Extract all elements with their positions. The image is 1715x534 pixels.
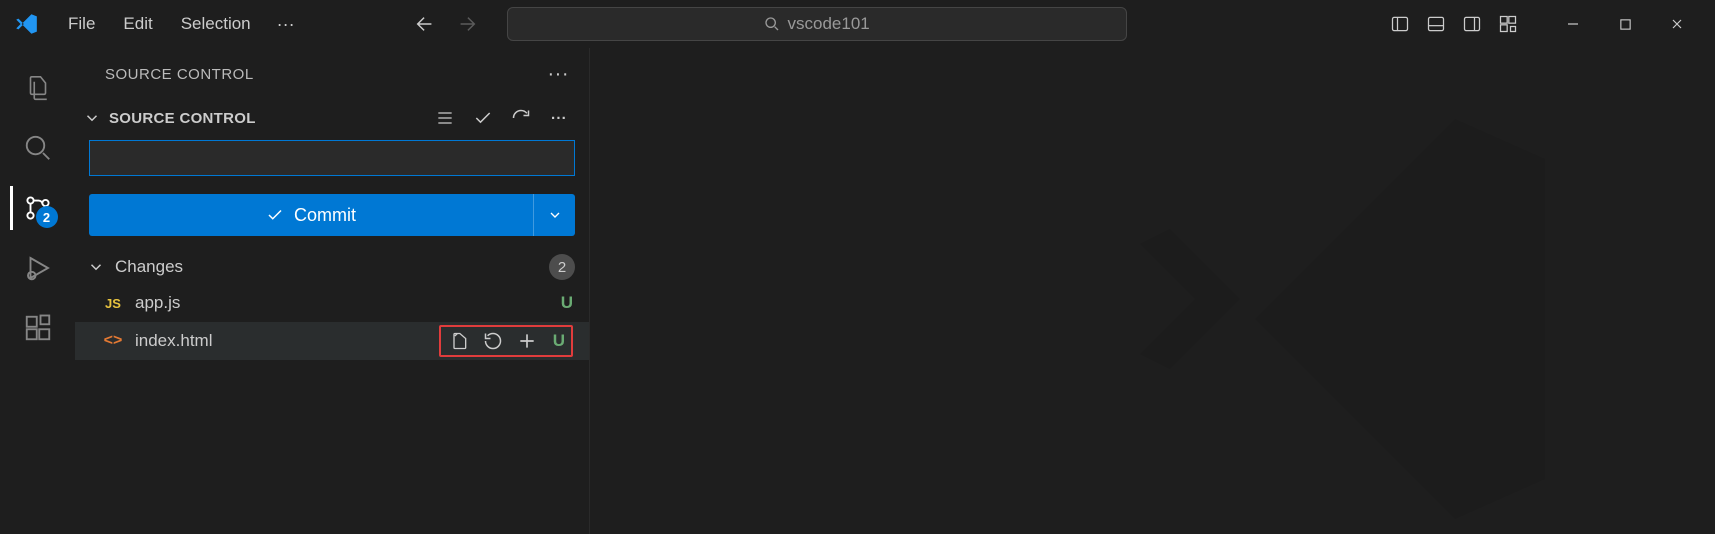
- editor-area: [590, 48, 1715, 534]
- activity-source-control[interactable]: 2: [10, 180, 66, 236]
- menu-more-icon[interactable]: ···: [267, 8, 305, 41]
- activity-bar: 2: [0, 48, 75, 534]
- file-name: app.js: [135, 293, 180, 313]
- commit-check-icon[interactable]: [471, 106, 495, 130]
- window-minimize-icon[interactable]: [1547, 3, 1599, 45]
- commit-dropdown[interactable]: [533, 194, 575, 236]
- source-control-sidebar: SOURCE CONTROL ··· SOURCE CONTROL ··· Co…: [75, 48, 590, 534]
- customize-layout-icon[interactable]: [1493, 9, 1523, 39]
- chevron-down-icon: [81, 107, 103, 129]
- commit-message-input[interactable]: [89, 140, 575, 176]
- toggle-panel-icon[interactable]: [1421, 9, 1451, 39]
- file-status: U: [553, 331, 565, 351]
- nav-forward-icon[interactable]: [451, 8, 483, 40]
- file-row[interactable]: JS app.js U: [75, 284, 589, 322]
- file-row[interactable]: <> index.html U: [75, 322, 589, 360]
- chevron-down-icon: [85, 256, 107, 278]
- commit-button[interactable]: Commit: [89, 194, 533, 236]
- activity-run-debug[interactable]: [10, 240, 66, 296]
- activity-extensions[interactable]: [10, 300, 66, 356]
- search-icon: [764, 16, 780, 32]
- window-maximize-icon[interactable]: [1599, 3, 1651, 45]
- vscode-watermark-icon: [1095, 69, 1595, 534]
- window-close-icon[interactable]: [1651, 3, 1703, 45]
- scm-more-icon[interactable]: ···: [547, 106, 571, 130]
- nav-back-icon[interactable]: [409, 8, 441, 40]
- activity-explorer[interactable]: [10, 60, 66, 116]
- nav-buttons: [409, 8, 483, 40]
- menu-file[interactable]: File: [56, 8, 107, 41]
- layout-buttons: [1385, 9, 1523, 39]
- vscode-logo-icon: [12, 10, 40, 38]
- changes-label: Changes: [115, 257, 183, 277]
- menubar: File Edit Selection ···: [56, 8, 305, 41]
- chevron-down-icon: [547, 207, 563, 223]
- sidebar-title: SOURCE CONTROL: [105, 66, 254, 83]
- window-controls: [1547, 3, 1703, 45]
- check-icon: [266, 206, 284, 224]
- menu-edit[interactable]: Edit: [111, 8, 164, 41]
- file-name: index.html: [135, 331, 212, 351]
- discard-changes-icon[interactable]: [481, 329, 505, 353]
- sidebar-more-icon[interactable]: ···: [548, 63, 569, 86]
- file-actions-highlight: U: [439, 325, 573, 357]
- sidebar-header: SOURCE CONTROL ···: [75, 48, 589, 100]
- scm-badge: 2: [36, 206, 58, 228]
- title-bar: File Edit Selection ··· vscode101: [0, 0, 1715, 48]
- toggle-secondary-sidebar-icon[interactable]: [1457, 9, 1487, 39]
- command-center[interactable]: vscode101: [507, 7, 1127, 41]
- menu-selection[interactable]: Selection: [169, 8, 263, 41]
- file-status: U: [561, 293, 573, 313]
- refresh-icon[interactable]: [509, 106, 533, 130]
- html-file-icon: <>: [103, 332, 123, 350]
- activity-search[interactable]: [10, 120, 66, 176]
- changes-header[interactable]: Changes 2: [75, 250, 589, 284]
- open-file-icon[interactable]: [447, 329, 471, 353]
- scm-section-title: SOURCE CONTROL: [109, 110, 256, 127]
- commit-button-label: Commit: [294, 205, 356, 226]
- scm-section-header[interactable]: SOURCE CONTROL ···: [75, 100, 589, 136]
- view-as-tree-icon[interactable]: [433, 106, 457, 130]
- command-center-text: vscode101: [788, 14, 870, 34]
- js-file-icon: JS: [103, 296, 123, 311]
- stage-changes-icon[interactable]: [515, 329, 539, 353]
- changes-count: 2: [549, 254, 575, 280]
- toggle-primary-sidebar-icon[interactable]: [1385, 9, 1415, 39]
